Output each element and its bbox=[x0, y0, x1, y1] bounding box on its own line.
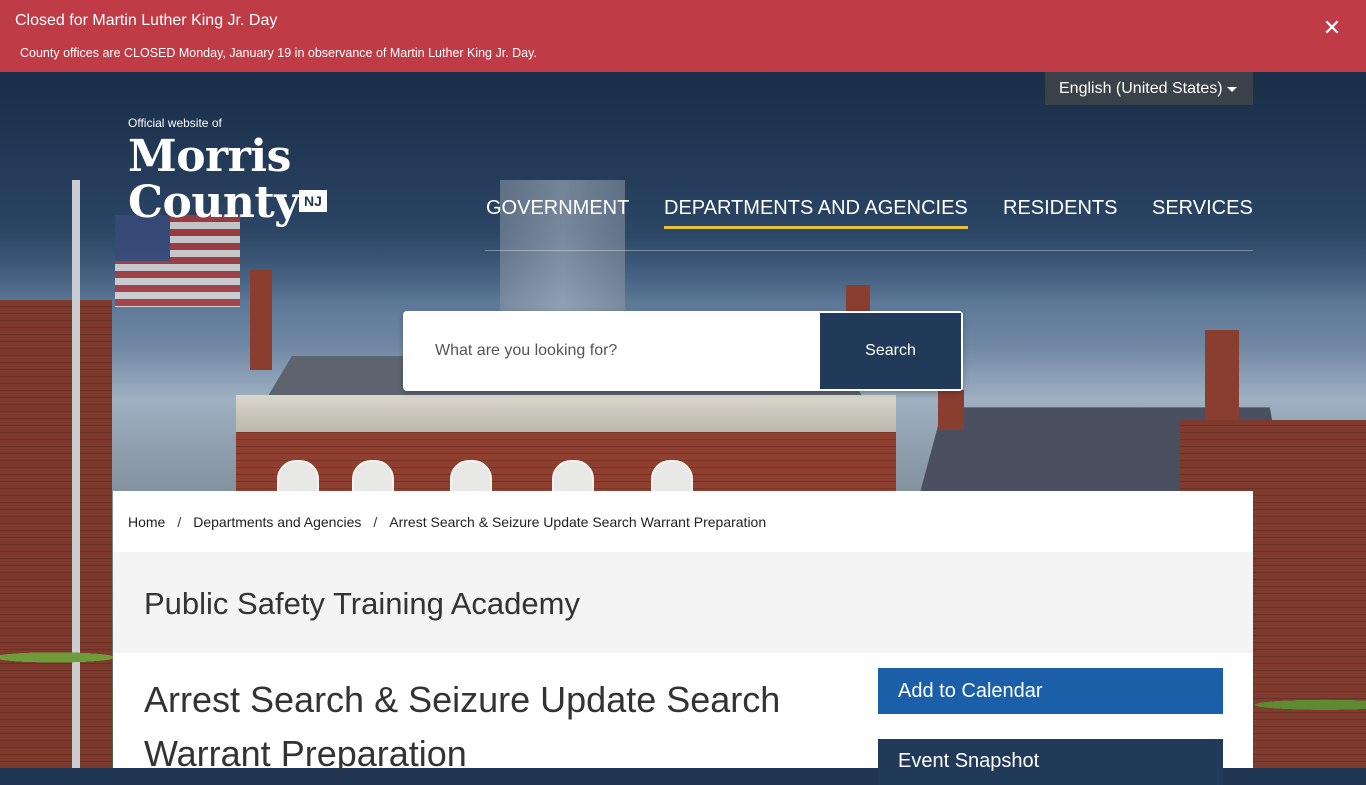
county-logo[interactable]: Official website of Morris County NJ bbox=[128, 116, 327, 226]
breadcrumb: Home / Departments and Agencies / Arrest Sea… bbox=[128, 514, 766, 530]
logo-line-county: County bbox=[128, 177, 300, 228]
breadcrumb-separator: / bbox=[373, 514, 378, 530]
caret-down-icon bbox=[1227, 87, 1237, 92]
chimney bbox=[250, 270, 272, 370]
breadcrumb-home[interactable]: Home bbox=[128, 514, 165, 530]
breadcrumb-departments[interactable]: Departments and Agencies bbox=[193, 514, 361, 530]
logo-tagline: Official website of bbox=[128, 116, 222, 130]
american-flag bbox=[115, 215, 240, 307]
alert-title: Closed for Martin Luther King Jr. Day bbox=[15, 12, 278, 29]
courthouse-cornice bbox=[236, 395, 896, 435]
nav-item-departments-and-agencies[interactable]: DEPARTMENTS AND AGENCIES bbox=[664, 197, 968, 229]
nav-item-government[interactable]: GOVERNMENT bbox=[486, 197, 629, 226]
language-selected: English (United States) bbox=[1059, 80, 1223, 97]
section-title: Public Safety Training Academy bbox=[144, 586, 580, 621]
logo-nj-badge: NJ bbox=[299, 190, 327, 212]
site-search: Search bbox=[403, 311, 963, 391]
nav-item-services[interactable]: SERVICES bbox=[1152, 197, 1253, 226]
chimney bbox=[938, 390, 964, 430]
alert-banner: Closed for Martin Luther King Jr. Day Co… bbox=[0, 0, 1366, 72]
alert-message: County offices are CLOSED Monday, Januar… bbox=[20, 46, 537, 60]
section-header: Public Safety Training Academy bbox=[113, 552, 1253, 653]
event-title: Arrest Search & Seizure Update Search Wa… bbox=[144, 679, 781, 774]
content-card: Home / Departments and Agencies / Arrest Sea… bbox=[113, 491, 1253, 785]
event-snapshot-header: Event Snapshot bbox=[878, 739, 1223, 785]
breadcrumb-current: Arrest Search & Seizure Update Search Wa… bbox=[389, 514, 767, 530]
search-input[interactable] bbox=[403, 311, 819, 391]
nav-item-residents[interactable]: RESIDENTS bbox=[1003, 197, 1117, 226]
search-button[interactable]: Search bbox=[820, 313, 961, 389]
close-icon[interactable]: ✕ bbox=[1318, 14, 1346, 42]
language-selector[interactable]: English (United States) bbox=[1045, 72, 1253, 105]
chimney bbox=[1205, 330, 1239, 430]
nav-divider bbox=[485, 250, 1253, 251]
logo-line-morris: Morris bbox=[128, 131, 291, 182]
add-to-calendar-button[interactable]: Add to Calendar bbox=[878, 668, 1223, 714]
breadcrumb-separator: / bbox=[177, 514, 182, 530]
